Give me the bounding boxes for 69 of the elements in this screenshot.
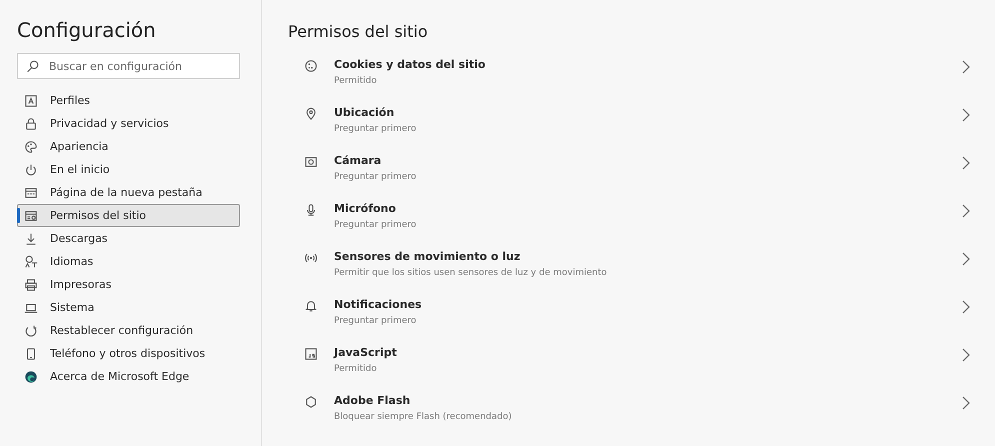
sidebar-item[interactable]: Acerca de Microsoft Edge (17, 365, 240, 388)
location-pin-icon (304, 107, 318, 121)
chevron-right-icon (961, 203, 971, 219)
sidebar-item[interactable]: Teléfono y otros dispositivos (17, 342, 240, 365)
camera-icon (304, 155, 318, 169)
site-permissions-icon (24, 208, 38, 222)
permission-name: Micrófono (334, 202, 397, 215)
page-title: Permisos del sitio (288, 22, 429, 41)
sidebar-item[interactable]: Descargas (17, 227, 240, 250)
chevron-right-icon (961, 59, 971, 75)
permission-status: Preguntar primero (334, 124, 418, 134)
power-icon (24, 162, 38, 176)
permission-item[interactable]: Micrófono Preguntar primero (288, 202, 995, 250)
permission-item[interactable]: Cámara Preguntar primero (288, 154, 995, 202)
sidebar-item[interactable]: Impresoras (17, 273, 240, 296)
sidebar-item[interactable]: Apariencia (17, 135, 240, 158)
permission-item[interactable]: Notificaciones Preguntar primero (288, 298, 995, 346)
sidebar-item[interactable]: En el inicio (17, 158, 240, 181)
sidebar-item[interactable]: Página de la nueva pestaña (17, 181, 240, 204)
keyboard-icon (24, 186, 38, 200)
chevron-right-icon (961, 347, 971, 363)
javascript-icon (304, 347, 318, 361)
sensor-icon (304, 251, 318, 265)
permission-item[interactable]: Adobe Flash Bloquear siempre Flash (recomendado) (288, 394, 995, 442)
search-icon (26, 60, 39, 73)
sidebar-item[interactable]: Restablecer configuración (17, 319, 240, 342)
permission-name: Adobe Flash (334, 394, 412, 407)
chevron-right-icon (961, 251, 971, 267)
permission-name: Ubicación (334, 106, 396, 119)
download-icon (24, 232, 38, 246)
permission-status: Permitido (334, 76, 378, 86)
phone-icon (24, 346, 38, 360)
chevron-right-icon (961, 299, 971, 315)
chevron-right-icon (961, 395, 971, 411)
permission-name: Sensores de movimiento o luz (334, 250, 522, 263)
bell-icon (304, 299, 318, 313)
language-icon (24, 254, 38, 268)
permission-name: Notificaciones (334, 298, 423, 311)
permission-status: Preguntar primero (334, 172, 418, 182)
settings-title: Configuración (17, 18, 157, 42)
sidebar-item[interactable]: Permisos del sitio (17, 204, 240, 227)
permission-name: JavaScript (334, 346, 398, 359)
permission-item[interactable]: Ubicación Preguntar primero (288, 106, 995, 154)
sidebar-item[interactable]: Idiomas (17, 250, 240, 273)
permission-status: Preguntar primero (334, 220, 418, 230)
profile-icon (24, 94, 38, 108)
lock-icon (24, 116, 38, 130)
sidebar-item[interactable]: Sistema (17, 296, 240, 319)
permission-status: Permitir que los sitios usen sensores de luz y de movimiento (334, 268, 608, 278)
permission-status: Permitido (334, 364, 378, 374)
sidebar-item[interactable]: Perfiles (17, 89, 240, 112)
chevron-right-icon (961, 155, 971, 171)
permission-status: Preguntar primero (334, 316, 418, 326)
printer-icon (24, 278, 38, 292)
permission-name: Cookies y datos del sitio (334, 58, 486, 71)
permission-item[interactable]: Sensores de movimiento o luz Permitir que los sitios usen sensores de luz y de movimiento (288, 250, 995, 298)
sidebar-item[interactable]: Privacidad y servicios (17, 112, 240, 135)
selection-indicator (17, 208, 20, 223)
permission-name: Cámara (334, 154, 382, 167)
permission-item[interactable]: JavaScript Permitido (288, 346, 995, 394)
reset-icon (24, 324, 38, 338)
microphone-icon (304, 203, 318, 217)
palette-icon (24, 140, 38, 154)
chevron-right-icon (961, 107, 971, 123)
permission-item[interactable]: Cookies y datos del sitio Permitido (288, 58, 995, 106)
edge-logo-icon (24, 370, 38, 384)
cookie-icon (304, 59, 318, 73)
permission-status: Bloquear siempre Flash (recomendado) (334, 412, 513, 422)
search-field[interactable]: Buscar en configuración (17, 53, 240, 79)
